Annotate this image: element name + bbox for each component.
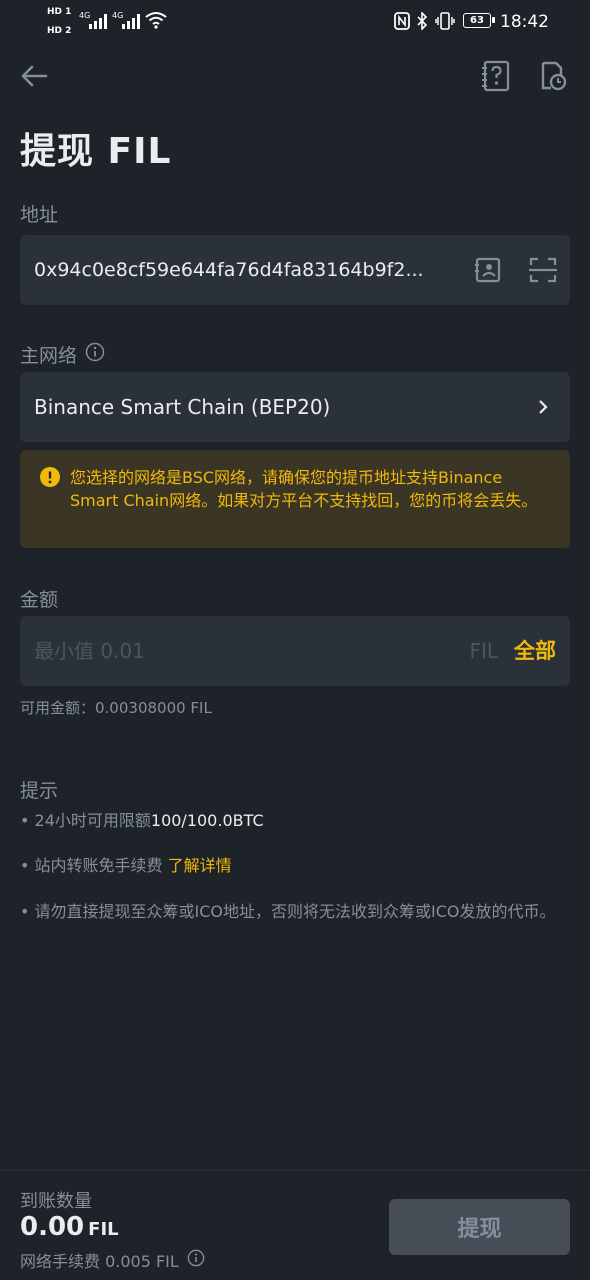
vibrate-icon (435, 12, 455, 33)
address-label: 地址 (20, 204, 59, 226)
address-input[interactable]: 0x94c0e8cf59e644fa76d4fa83164b9f2... (34, 235, 424, 305)
fee-row: 网络手续费 0.005 FIL (20, 1248, 205, 1272)
info-icon[interactable] (85, 342, 105, 367)
address-field[interactable]: 0x94c0e8cf59e644fa76d4fa83164b9f2... (20, 235, 570, 305)
arrow-left-icon (21, 65, 48, 87)
receive-unit: FIL (88, 1219, 119, 1240)
tip-limit-value: 100/100.0BTC (150, 811, 264, 830)
warning-text: 您选择的网络是BSC网络，请确保您的提币地址支持Binance Smart Ch… (70, 468, 538, 510)
tip-limit: • 24小时可用限额100/100.0BTC (20, 809, 565, 833)
warning-icon (40, 467, 60, 491)
network-label-row: 主网络 (20, 341, 105, 368)
document-clock-icon (541, 61, 567, 91)
clock: 18:42 (500, 12, 549, 32)
tip-limit-text: • 24小时可用限额 (20, 811, 151, 830)
wifi-icon (145, 11, 167, 32)
address-book-icon (475, 257, 501, 283)
network-value: Binance Smart Chain (BEP20) (34, 395, 331, 419)
network-warning: 您选择的网络是BSC网络，请确保您的提币地址支持Binance Smart Ch… (20, 450, 570, 548)
network-label: 主网络 (20, 345, 78, 367)
history-button[interactable] (535, 58, 571, 94)
amount-field[interactable]: 最小值 0.01 FIL 全部 (20, 616, 570, 686)
amount-label: 金额 (20, 589, 59, 611)
scan-icon (529, 257, 557, 283)
scan-button[interactable] (525, 252, 561, 288)
receive-label: 到账数量 (20, 1191, 92, 1212)
receive-amount-row: 0.00 FIL (20, 1212, 119, 1242)
page-title: 提现 FIL (20, 131, 172, 172)
network-fee: 网络手续费 0.005 FIL (20, 1252, 179, 1271)
amount-unit: FIL (469, 639, 498, 663)
back-button[interactable] (16, 60, 52, 92)
tip-ico: • 请勿直接提现至众筹或ICO地址，否则将无法收到众筹或ICO发放的代币。 (20, 902, 556, 921)
available-balance: 可用金额：0.00308000 FIL (20, 699, 212, 717)
help-button[interactable] (478, 58, 514, 94)
chevron-right-icon (538, 399, 548, 419)
amount-input[interactable]: 最小值 0.01 (34, 616, 145, 686)
network-selector[interactable]: Binance Smart Chain (BEP20) (20, 372, 570, 442)
address-book-button[interactable] (470, 252, 506, 288)
status-bar: HD 1 HD 2 4G 4G 63 18:42 (0, 0, 590, 44)
bluetooth-icon (416, 11, 428, 33)
fee-info-icon[interactable] (187, 1249, 205, 1271)
tip-internal-transfer: • 站内转账免手续费 了解详情 (20, 854, 565, 878)
tip-internal-text: • 站内转账免手续费 (20, 856, 168, 875)
question-book-icon (482, 60, 510, 92)
battery-tip (492, 17, 495, 23)
withdraw-button[interactable]: 提现 (389, 1199, 570, 1255)
receive-amount: 0.00 (20, 1212, 85, 1242)
battery-icon: 63 (463, 13, 491, 28)
sim1-label: HD 1 (47, 7, 72, 17)
learn-more-link[interactable]: 了解详情 (168, 856, 232, 875)
footer-divider (0, 1170, 590, 1171)
tips-title: 提示 (20, 780, 59, 802)
nfc-icon (394, 12, 410, 33)
sim2-label: HD 2 (47, 26, 72, 36)
max-button[interactable]: 全部 (514, 616, 556, 686)
